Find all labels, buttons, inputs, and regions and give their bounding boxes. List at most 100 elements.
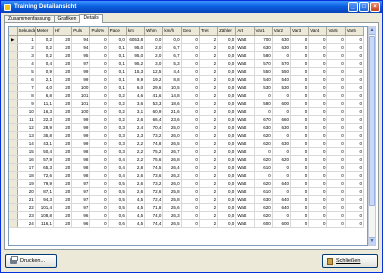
- table-row[interactable]: 14 43,1 20 99 0 0,3 2,2 74,8 26,5 0 2 0,0 Watt 620 630…: [9, 139, 365, 148]
- column-header[interactable]: Var1: [254, 27, 273, 36]
- table-row[interactable]: 21 94,3 20 97 0 0,5 4,5 72,4 25,8 0 2 0,0 Watt 630 640…: [9, 195, 365, 204]
- tab-details[interactable]: Details: [79, 14, 103, 23]
- table-row[interactable]: 22 101,4 20 97 0 0,5 4,5 71,8 25,6 0 2 0,0 Watt 620 64…: [9, 203, 365, 212]
- row-indicator[interactable]: [9, 211, 18, 220]
- row-indicator[interactable]: [9, 187, 18, 196]
- column-header[interactable]: km: [126, 27, 146, 36]
- row-indicator[interactable]: [9, 203, 18, 212]
- row-indicator[interactable]: [9, 83, 18, 92]
- maximize-button[interactable]: □: [359, 2, 369, 12]
- table-row[interactable]: 13 35,8 20 99 0 0,3 2,3 73,2 26,0 0 2 0,0 Watt 620 0 0 0…: [9, 131, 365, 140]
- close-window-button[interactable]: ×: [370, 2, 380, 12]
- minimize-button[interactable]: _: [348, 2, 358, 12]
- table-row[interactable]: 4 0,4 20 97 0 0,1 95,2 3,0 5,3 0 2 0,0 Watt 570 570 0 0 0…: [9, 59, 365, 68]
- table-row[interactable]: 10 16,3 20 100 0 0,2 3,1 60,9 21,6 0 2 0,0 Watt 0 0 0 0 0…: [9, 107, 365, 116]
- column-header[interactable]: Pace: [108, 27, 127, 36]
- row-indicator[interactable]: [9, 107, 18, 116]
- table-row[interactable]: 20 87,1 20 97 0 0,5 2,6 72,6 25,8 0 2 0,0 Watt 610 0 0 0…: [9, 187, 365, 196]
- column-header[interactable]: Sekunde: [17, 27, 36, 36]
- table-row[interactable]: 8 6,8 20 101 0 0,2 4,6 41,6 14,8 0 2 0,0 Watt 0 0 0 0 0 0: [9, 91, 365, 100]
- print-button[interactable]: Drucken...: [5, 254, 57, 268]
- table-row[interactable]: ▶ 1 0,2 20 94 0 0,0 6053,8 0,0 0,0 0 2 0,0 Watt 700 630…: [9, 35, 365, 44]
- column-header[interactable]: Var5: [326, 27, 346, 36]
- table-row[interactable]: 24 116,1 20 96 0 0,6 4,5 74,4 26,5 0 2 0,0 Watt 600 60…: [9, 219, 365, 228]
- row-indicator[interactable]: [9, 155, 18, 164]
- table-cell: 97: [71, 187, 91, 196]
- column-header[interactable]: Puls%: [89, 27, 109, 36]
- table-row[interactable]: 9 11,1 20 101 0 0,2 3,6 53,3 18,6 0 2 0,0 Watt 580 600…: [9, 99, 365, 108]
- column-header[interactable]: Hf: [53, 27, 73, 36]
- table-row[interactable]: 12 28,9 20 99 0 0,3 2,4 70,4 25,0 0 2 0,0 Watt 630 630…: [9, 123, 365, 132]
- table-cell: 4,5: [126, 195, 146, 204]
- row-indicator[interactable]: [9, 99, 18, 108]
- table-cell: 53,3: [144, 99, 164, 108]
- table-cell: 20: [53, 67, 73, 76]
- table-row[interactable]: 11 22,3 20 99 0 0,2 2,6 66,4 23,6 0 2 0,0 Watt 670 660…: [9, 115, 365, 124]
- table-row[interactable]: 17 65,3 20 98 0 0,4 2,8 74,5 26,4 0 2 0,0 Watt 610 0 0 0…: [9, 163, 365, 172]
- title-bar[interactable]: Training Detailansicht _ □ ×: [1, 1, 382, 13]
- column-header[interactable]: Var2: [272, 27, 292, 36]
- row-indicator[interactable]: [9, 219, 18, 228]
- scroll-thumb[interactable]: [369, 36, 375, 206]
- table-row[interactable]: 18 72,6 20 98 0 0,4 2,6 73,6 26,2 0 2 0,0 Watt 0 0 0 0 0 0: [9, 171, 365, 180]
- vertical-scrollbar[interactable]: ▲ ▼: [368, 26, 376, 246]
- column-header[interactable]: km/h: [162, 27, 182, 36]
- table-row[interactable]: 23 108,8 20 96 0 0,6 4,5 74,0 26,3 0 2 0,0 Watt 620 0 0…: [9, 211, 365, 220]
- column-header[interactable]: Var3: [290, 27, 310, 36]
- table-cell: 101,4: [35, 203, 54, 212]
- table-row[interactable]: 5 0,9 20 99 0 0,1 15,3 12,5 4,4 0 2 0,0 Watt 550 550 0 0…: [9, 67, 365, 76]
- table-row[interactable]: 19 79,9 20 97 0 0,5 2,6 73,2 26,0 0 2 0,0 Watt 620 640…: [9, 179, 365, 188]
- column-header[interactable]: Var6: [345, 27, 365, 36]
- table-cell: 0: [290, 51, 310, 60]
- column-header[interactable]: Puls: [71, 27, 91, 36]
- table-cell: 0: [290, 211, 310, 220]
- scroll-down-icon[interactable]: ▼: [369, 237, 375, 245]
- column-header[interactable]: Zähler: [217, 27, 237, 36]
- table-row[interactable]: 15 50,4 20 98 0 0,3 2,2 75,2 26,7 0 2 0,0 Watt 0 0 0 0 0 0: [9, 147, 365, 156]
- table-row[interactable]: 6 2,1 20 99 0 0,1 9,9 19,2 8,8 0 2 0,0 Watt 540 540 0 0 0…: [9, 75, 365, 84]
- row-indicator[interactable]: [9, 115, 18, 124]
- row-indicator[interactable]: [9, 195, 18, 204]
- row-indicator[interactable]: [9, 51, 18, 60]
- row-indicator[interactable]: [9, 75, 18, 84]
- table-cell: 97: [71, 203, 91, 212]
- row-indicator[interactable]: [9, 179, 18, 188]
- close-button[interactable]: Schließen: [322, 254, 378, 268]
- column-header[interactable]: Tret: [199, 27, 219, 36]
- table-cell: 670: [254, 115, 273, 124]
- row-indicator[interactable]: [9, 123, 18, 132]
- table-row[interactable]: 7 4,0 20 100 0 0,1 6,0 29,6 10,5 0 2 0,0 Watt 530 530 0…: [9, 83, 365, 92]
- data-grid[interactable]: Sekunde Meter Hf Puls Puls% Pace km Whm km/h Geo T…: [8, 26, 368, 246]
- table-cell: 26,0: [162, 131, 182, 140]
- table-cell: 0,5: [108, 203, 127, 212]
- table-row[interactable]: 2 0,2 20 94 0 0,1 95,0 2,0 6,7 0 2 0,0 Watt 630 630 0 0 0…: [9, 43, 365, 52]
- table-cell: 0: [181, 91, 200, 100]
- scroll-up-icon[interactable]: ▲: [369, 27, 375, 35]
- table-row[interactable]: 16 57,9 20 98 0 0,4 2,2 75,6 26,8 0 2 0,0 Watt 620 620…: [9, 155, 365, 164]
- row-indicator[interactable]: [9, 91, 18, 100]
- table-cell: 2: [199, 155, 219, 164]
- row-indicator[interactable]: [9, 131, 18, 140]
- row-indicator[interactable]: ▶: [9, 35, 18, 44]
- column-header[interactable]: Var4: [308, 27, 328, 36]
- table-cell: 26,5: [162, 139, 182, 148]
- table-cell: 108,8: [35, 211, 54, 220]
- column-header[interactable]: Meter: [35, 27, 54, 36]
- row-indicator[interactable]: [9, 59, 18, 68]
- row-indicator[interactable]: [9, 163, 18, 172]
- column-header[interactable]: Whm: [144, 27, 164, 36]
- table-cell: 94,3: [35, 195, 54, 204]
- table-cell: 0,5: [108, 179, 127, 188]
- column-header[interactable]: Art: [235, 27, 255, 36]
- column-header[interactable]: Geo: [181, 27, 200, 36]
- table-cell: 0: [308, 59, 328, 68]
- row-indicator[interactable]: [9, 43, 18, 52]
- table-cell: 20: [53, 83, 73, 92]
- row-indicator[interactable]: [9, 171, 18, 180]
- table-cell: 540: [272, 75, 292, 84]
- row-indicator[interactable]: [9, 139, 18, 148]
- row-indicator[interactable]: [9, 147, 18, 156]
- row-indicator[interactable]: [9, 67, 18, 76]
- table-row[interactable]: 3 0,2 20 95 0 0,1 95,0 2,0 6,7 0 2 0,0 Watt 580 0 0 0 0 0: [9, 51, 365, 60]
- table-cell: 74,5: [144, 163, 164, 172]
